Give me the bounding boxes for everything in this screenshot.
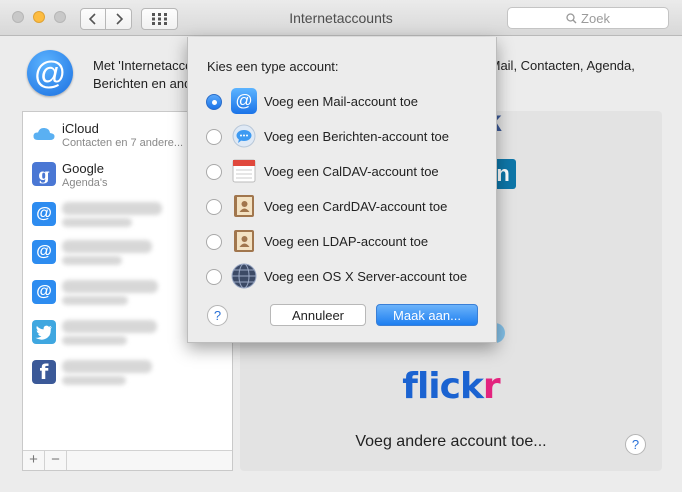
contacts-icon [231,193,257,219]
option-carddav-account[interactable]: Voeg een CardDAV-account toe [206,193,491,221]
blurred-account-services [62,296,128,305]
radio-messages-account[interactable] [206,129,222,145]
radio-carddav-account[interactable] [206,199,222,215]
choose-account-type-sheet: Kies een type account: @ Voeg een Mail-a… [187,37,497,343]
blurred-account-services [62,336,127,345]
contacts-icon [231,228,257,254]
mail-at-icon: @ [32,280,56,304]
cancel-button[interactable]: Annuleer [270,304,366,326]
option-label: Voeg een OS X Server-account toe [264,269,468,284]
radio-mail-account[interactable] [206,94,222,110]
internet-accounts-at-icon: @ [27,50,73,96]
account-services: Contacten en 7 andere... [62,137,184,149]
blurred-account-services [62,218,132,227]
sheet-help-button[interactable]: ? [207,305,228,326]
search-field[interactable]: Zoek [507,7,669,29]
option-label: Voeg een Mail-account toe [264,94,418,109]
account-row-facebook[interactable]: f [23,352,232,392]
option-caldav-account[interactable]: Voeg een CalDAV-account toe [206,158,491,186]
option-label: Voeg een LDAP-account toe [264,234,429,249]
option-mail-account[interactable]: @ Voeg een Mail-account toe [206,88,491,116]
account-name: iCloud [62,121,99,136]
option-label: Voeg een CardDAV-account toe [264,199,448,214]
mail-at-icon: @ [32,202,56,226]
blurred-account-name [62,280,158,293]
flickr-logo[interactable]: flickr [240,366,662,407]
blurred-account-services [62,256,122,265]
radio-caldav-account[interactable] [206,164,222,180]
title-bar: Internetaccounts Zoek [0,0,682,36]
option-ldap-account[interactable]: Voeg een LDAP-account toe [206,228,491,256]
option-messages-account[interactable]: Voeg een Berichten-account toe [206,123,491,151]
option-label: Voeg een Berichten-account toe [264,129,450,144]
blurred-account-services [62,376,126,385]
mail-at-icon: @ [32,240,56,264]
blurred-account-name [62,360,152,373]
option-osx-server-account[interactable]: Voeg een OS X Server-account toe [206,263,491,291]
help-button[interactable]: ? [625,434,646,455]
sidebar-footer: + − [23,450,232,470]
twitter-icon [32,320,56,344]
radio-ldap-account[interactable] [206,234,222,250]
account-name: Google [62,161,104,176]
account-services: Agenda's [62,177,108,189]
facebook-icon: f [32,360,56,384]
messages-icon [231,123,257,149]
calendar-icon [231,158,257,184]
icloud-icon [32,122,56,146]
add-account-button[interactable]: + [23,451,45,470]
radio-osx-server-account[interactable] [206,269,222,285]
search-placeholder: Zoek [581,10,610,26]
search-icon [566,12,577,23]
google-icon: g [32,162,56,186]
create-button[interactable]: Maak aan... [376,304,478,326]
blurred-account-name [62,202,162,215]
blurred-account-name [62,240,152,253]
add-other-account-button[interactable]: Voeg andere account toe... [240,433,662,451]
mail-at-icon: @ [231,88,257,114]
remove-account-button[interactable]: − [45,451,67,470]
blurred-account-name [62,320,157,333]
osx-server-icon [231,263,257,289]
sheet-title: Kies een type account: [207,59,339,74]
option-label: Voeg een CalDAV-account toe [264,164,439,179]
